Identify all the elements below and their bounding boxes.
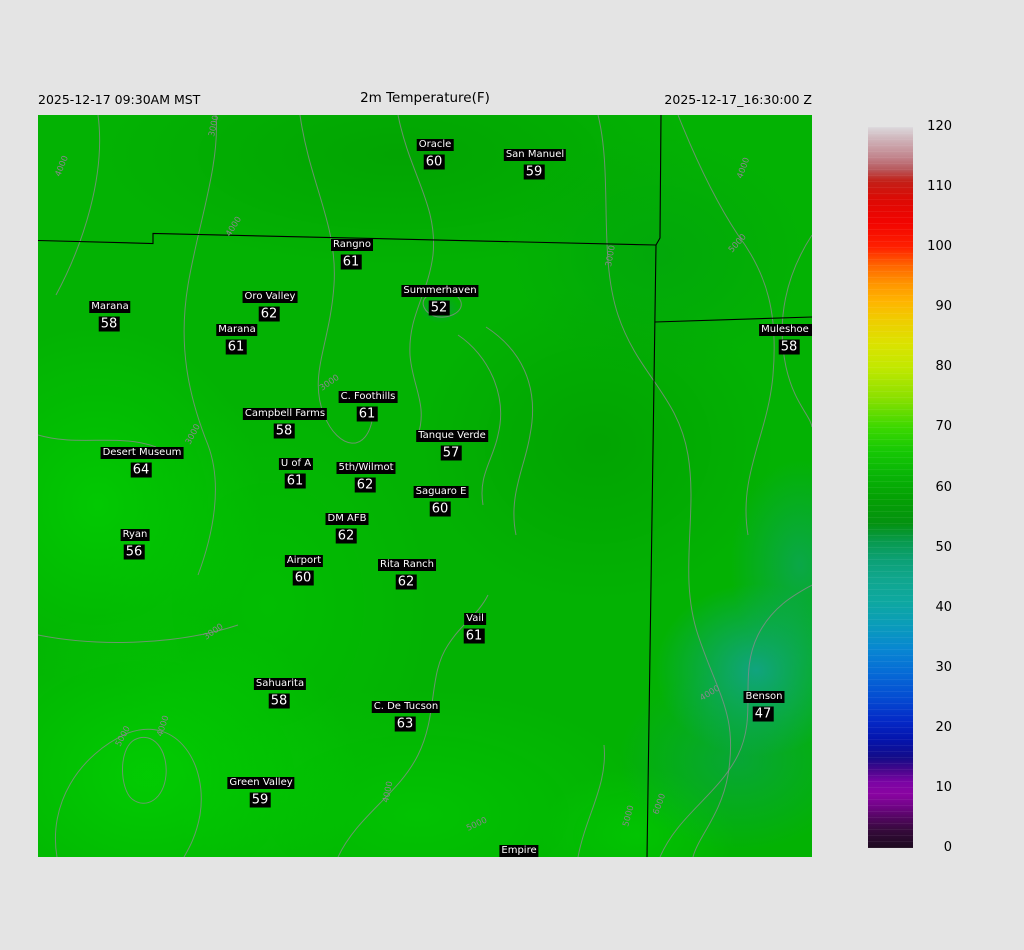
- station-temp: 60: [423, 154, 445, 170]
- contour-elevation-label: 3000: [184, 423, 203, 447]
- station-name: Marana: [89, 301, 131, 313]
- station-temp: 61: [463, 628, 485, 644]
- county-border: [654, 316, 812, 323]
- contour-elevation-label: 5000: [621, 804, 636, 827]
- colorbar-tick-label: 30: [935, 659, 952, 675]
- station-temp: 62: [335, 528, 357, 544]
- station-name: 5th/Wilmot: [336, 462, 396, 474]
- station-name: Rita Ranch: [378, 559, 436, 571]
- contour-elevation-label: 3000: [207, 115, 221, 138]
- station-temp: 58: [778, 339, 800, 355]
- station-temp: 58: [98, 316, 120, 332]
- contour-elevation-label: 5000: [465, 816, 489, 834]
- station-name: San Manuel: [503, 149, 567, 161]
- colorbar-tick-label: 40: [935, 599, 952, 615]
- station-temp: 62: [354, 477, 376, 493]
- timestamp-local: 2025-12-17 09:30AM MST: [38, 92, 201, 107]
- station-temp: 61: [284, 473, 306, 489]
- elevation-contour: [457, 334, 502, 506]
- station-name: Rangno: [331, 239, 373, 251]
- station-name: Muleshoe R: [759, 324, 812, 336]
- contour-elevation-label: 4000: [381, 780, 395, 803]
- contour-elevation-label: 3000: [604, 244, 618, 267]
- station-temp: 62: [395, 574, 417, 590]
- elevation-contour: [597, 115, 732, 857]
- station-name: Oro Valley: [242, 291, 298, 303]
- station-temp: 52: [428, 300, 450, 316]
- colorbar-tick-label: 60: [935, 479, 952, 495]
- elevation-contour: [183, 115, 217, 576]
- station-name: C. Foothills: [338, 391, 398, 403]
- contour-elevation-label: 4000: [54, 154, 71, 178]
- station-temp: 63: [394, 716, 416, 732]
- elevation-contour: [38, 434, 157, 448]
- station-name: Marana: [216, 324, 258, 336]
- station-temp: 62: [258, 306, 280, 322]
- contour-elevation-label: 6000: [651, 792, 668, 816]
- station-temp: 60: [429, 501, 451, 517]
- station-temp: 61: [340, 254, 362, 270]
- weather-map-page: 2025-12-17 09:30AM MST 2m Temperature(F)…: [0, 0, 1024, 950]
- elevation-contour: [577, 744, 605, 857]
- station-temp: 58: [273, 423, 295, 439]
- station-name: Oracle: [416, 139, 454, 151]
- colorbar-tick-label: 10: [935, 779, 952, 795]
- station-name: Empire: [499, 845, 539, 857]
- station-temp: 57: [440, 445, 462, 461]
- colorbar-tick-label: 20: [935, 719, 952, 735]
- colorbar-tick-label: 70: [935, 419, 952, 435]
- colorbar-tick-label: 0: [943, 840, 952, 855]
- station-temp: 58: [268, 693, 290, 709]
- station-temp: 61: [225, 339, 247, 355]
- station-temp: 64: [130, 462, 152, 478]
- station-name: Summerhaven: [401, 285, 479, 297]
- timestamp-utc: 2025-12-17_16:30:00 Z: [664, 92, 812, 107]
- elevation-contour: [55, 115, 101, 296]
- station-name: Ryan: [120, 529, 150, 541]
- county-border: [646, 115, 662, 857]
- station-name: Tanque Verde: [416, 430, 488, 442]
- colorbar-tick-label: 80: [935, 359, 952, 375]
- station-name: U of A: [278, 458, 314, 470]
- station-temp: 56: [123, 544, 145, 560]
- station-temp: 47: [752, 706, 774, 722]
- station-name: Airport: [284, 555, 324, 567]
- contour-elevation-label: 5000: [727, 232, 749, 255]
- contour-elevation-label: 3000: [202, 622, 225, 643]
- station-temp: 60: [292, 570, 314, 586]
- page-title: 2m Temperature(F): [360, 90, 490, 106]
- station-name: Benson: [743, 691, 785, 703]
- elevation-contour: [55, 728, 202, 857]
- station-temp: 59: [523, 164, 545, 180]
- station-name: Campbell Farms: [242, 408, 328, 420]
- contour-elevation-label: 5000: [114, 725, 133, 749]
- station-name: DM AFB: [325, 513, 369, 525]
- station-temp: 59: [249, 792, 271, 808]
- elevation-contour: [659, 584, 812, 857]
- station-temp: 61: [356, 406, 378, 422]
- elevation-contour: [122, 737, 167, 804]
- elevation-contour: [485, 326, 534, 536]
- colorbar-tick-label: 50: [935, 539, 952, 555]
- temperature-map: 4000 3000 4000 3000 3000 3000 4000 5000 4000 5000…: [38, 115, 812, 857]
- contour-elevation-label: 4000: [698, 684, 722, 704]
- colorbar-tick-label: 120: [927, 119, 952, 134]
- station-name: Green Valley: [227, 777, 295, 789]
- colorbar-tick-label: 90: [935, 299, 952, 315]
- colorbar-tick-label: 100: [927, 239, 952, 255]
- colorbar-tick-label: 110: [927, 179, 952, 195]
- station-name: Saguaro E: [413, 486, 469, 498]
- station-name: Desert Museum: [100, 447, 184, 459]
- station-name: Sahuarita: [253, 678, 307, 690]
- station-name: Vail: [464, 613, 486, 625]
- station-name: C. De Tucson: [371, 701, 441, 713]
- contour-elevation-label: 4000: [735, 156, 752, 180]
